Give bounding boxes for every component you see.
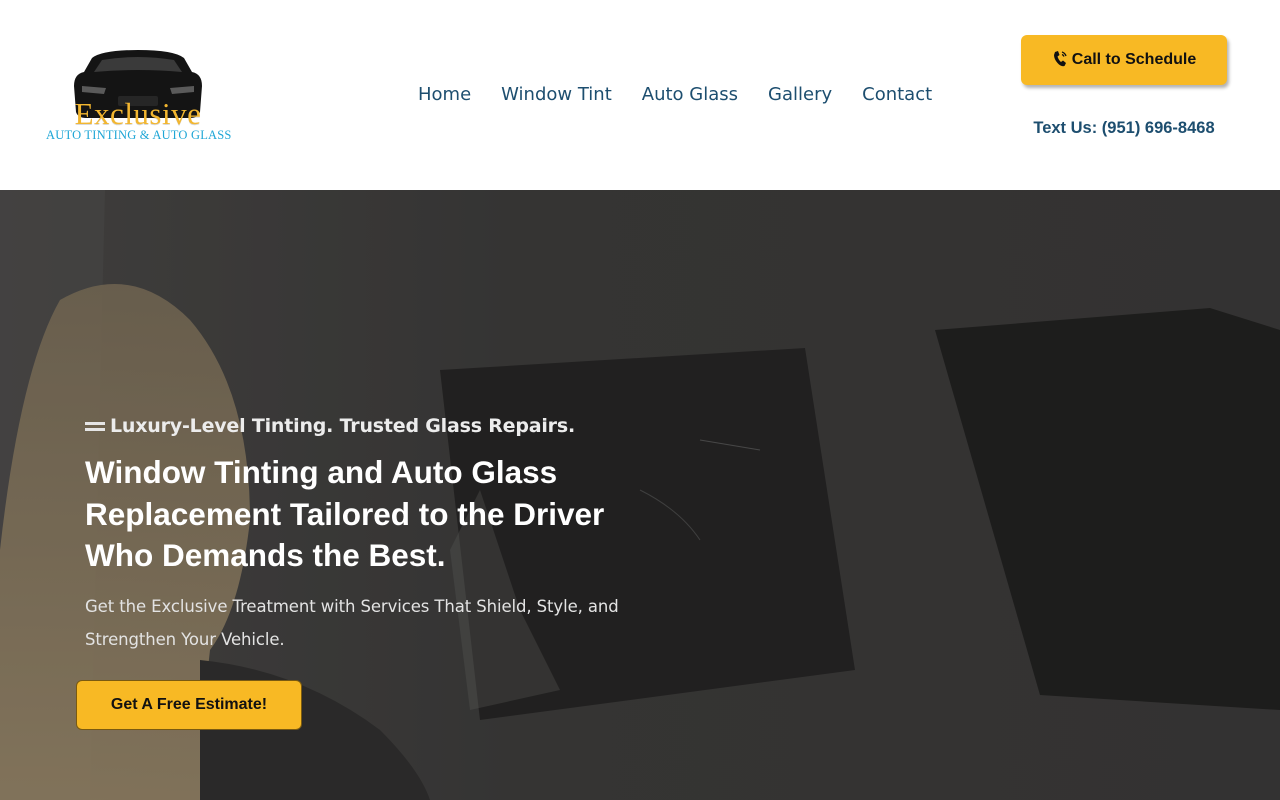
- double-line-icon: [85, 421, 105, 431]
- nav-window-tint[interactable]: Window Tint: [486, 82, 627, 108]
- free-estimate-label: Get A Free Estimate!: [110, 696, 268, 713]
- free-estimate-button[interactable]: Get A Free Estimate!: [76, 680, 302, 730]
- site-logo[interactable]: Exclusive AUTO TINTING & AUTO GLASS: [46, 46, 232, 146]
- call-to-schedule-button[interactable]: Call to Schedule: [1021, 35, 1227, 85]
- logo-tagline: AUTO TINTING & AUTO GLASS: [46, 128, 232, 142]
- text-us-link[interactable]: Text Us: (951) 696-8468: [1010, 119, 1238, 138]
- hero-section: Luxury-Level Tinting. Trusted Glass Repa…: [0, 190, 1280, 800]
- hero-eyebrow-text: Luxury-Level Tinting. Trusted Glass Repa…: [110, 415, 575, 437]
- hero-subtitle: Get the Exclusive Treatment with Service…: [85, 597, 619, 649]
- main-nav: Home Window Tint Auto Glass Gallery Cont…: [403, 82, 947, 108]
- nav-gallery[interactable]: Gallery: [753, 82, 847, 108]
- site-header: Exclusive AUTO TINTING & AUTO GLASS Home…: [0, 0, 1280, 190]
- nav-contact[interactable]: Contact: [847, 82, 947, 108]
- nav-home[interactable]: Home: [403, 82, 486, 108]
- nav-auto-glass[interactable]: Auto Glass: [627, 82, 753, 108]
- hero-title: Window Tinting and Auto Glass Replacemen…: [85, 454, 605, 573]
- phone-icon: [1053, 51, 1067, 67]
- hero-eyebrow: Luxury-Level Tinting. Trusted Glass Repa…: [85, 415, 575, 437]
- call-button-label: Call to Schedule: [1071, 51, 1197, 68]
- logo-wordmark: Exclusive: [74, 96, 202, 131]
